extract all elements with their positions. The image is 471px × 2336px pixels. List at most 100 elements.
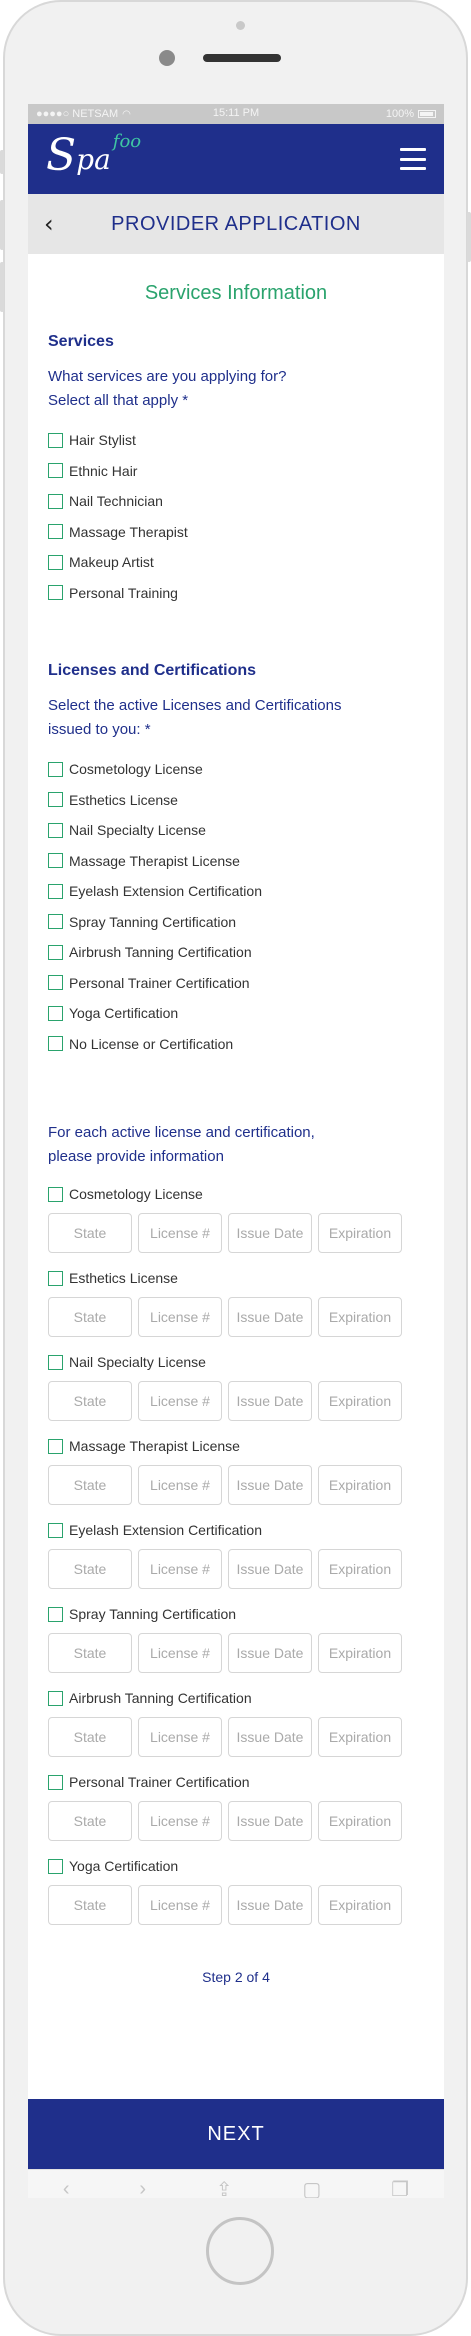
checkbox[interactable] [48, 975, 63, 991]
license-detail-checkbox-row[interactable]: Massage Therapist License [48, 1433, 424, 1459]
license-number-input[interactable] [138, 1801, 222, 1841]
checkbox[interactable] [48, 524, 63, 540]
state-input[interactable] [48, 1633, 132, 1673]
service-option-nail-technician[interactable]: Nail Technician [48, 486, 424, 517]
issue-date-input[interactable] [228, 1213, 312, 1253]
license-detail-checkbox-row[interactable]: Cosmetology License [48, 1181, 424, 1207]
issue-date-input[interactable] [228, 1801, 312, 1841]
license-fields-row [48, 1885, 424, 1925]
issue-date-input[interactable] [228, 1633, 312, 1673]
checkbox[interactable] [48, 1438, 63, 1454]
checkbox[interactable] [48, 1186, 63, 1202]
license-option-massage-therapist[interactable]: Massage Therapist License [48, 846, 424, 877]
checkbox[interactable] [48, 883, 63, 899]
license-number-input[interactable] [138, 1885, 222, 1925]
service-option-makeup-artist[interactable]: Makeup Artist [48, 547, 424, 578]
license-detail-checkbox-row[interactable]: Yoga Certification [48, 1853, 424, 1879]
state-input[interactable] [48, 1297, 132, 1337]
expiration-input[interactable] [318, 1717, 402, 1757]
service-option-ethnic-hair[interactable]: Ethnic Hair [48, 456, 424, 487]
checkbox-label: Massage Therapist [69, 523, 188, 540]
back-chevron-icon[interactable]: ‹ [44, 210, 54, 238]
license-option-yoga[interactable]: Yoga Certification [48, 998, 424, 1029]
expiration-input[interactable] [318, 1465, 402, 1505]
license-option-none[interactable]: No License or Certification [48, 1029, 424, 1060]
checkbox[interactable] [48, 493, 63, 509]
license-option-personal-trainer[interactable]: Personal Trainer Certification [48, 968, 424, 999]
checkbox[interactable] [48, 463, 63, 479]
license-number-input[interactable] [138, 1381, 222, 1421]
issue-date-input[interactable] [228, 1297, 312, 1337]
license-number-input[interactable] [138, 1717, 222, 1757]
spafoo-logo[interactable]: S pa foo [46, 131, 142, 178]
expiration-input[interactable] [318, 1213, 402, 1253]
checkbox[interactable] [48, 853, 63, 869]
license-number-input[interactable] [138, 1633, 222, 1673]
license-option-spray-tanning[interactable]: Spray Tanning Certification [48, 907, 424, 938]
checkbox[interactable] [48, 1270, 63, 1286]
license-option-nail-specialty[interactable]: Nail Specialty License [48, 815, 424, 846]
checkbox[interactable] [48, 1354, 63, 1370]
checkbox[interactable] [48, 822, 63, 838]
state-input[interactable] [48, 1717, 132, 1757]
license-detail-checkbox-row[interactable]: Esthetics License [48, 1265, 424, 1291]
next-button[interactable]: NEXT [28, 2099, 444, 2169]
checkbox[interactable] [48, 792, 63, 808]
license-detail-checkbox-row[interactable]: Eyelash Extension Certification [48, 1517, 424, 1543]
license-detail-checkbox-row[interactable]: Nail Specialty License [48, 1349, 424, 1375]
issue-date-input[interactable] [228, 1885, 312, 1925]
checkbox[interactable] [48, 1036, 63, 1052]
share-icon[interactable]: ⇪ [216, 2177, 233, 2198]
issue-date-input[interactable] [228, 1549, 312, 1589]
expiration-input[interactable] [318, 1633, 402, 1673]
state-input[interactable] [48, 1465, 132, 1505]
state-input[interactable] [48, 1213, 132, 1253]
home-button[interactable] [206, 2217, 274, 2285]
checkbox[interactable] [48, 1606, 63, 1622]
license-detail-checkbox-row[interactable]: Airbrush Tanning Certification [48, 1685, 424, 1711]
checkbox[interactable] [48, 761, 63, 777]
checkbox[interactable] [48, 585, 63, 601]
license-option-cosmetology[interactable]: Cosmetology License [48, 754, 424, 785]
bookmarks-icon[interactable]: ▢ [302, 2177, 321, 2198]
logo-foo: foo [112, 131, 142, 152]
license-detail-checkbox-row[interactable]: Personal Trainer Certification [48, 1769, 424, 1795]
state-input[interactable] [48, 1381, 132, 1421]
issue-date-input[interactable] [228, 1381, 312, 1421]
expiration-input[interactable] [318, 1801, 402, 1841]
checkbox[interactable] [48, 1005, 63, 1021]
license-option-airbrush-tanning[interactable]: Airbrush Tanning Certification [48, 937, 424, 968]
license-option-esthetics[interactable]: Esthetics License [48, 785, 424, 816]
license-number-input[interactable] [138, 1213, 222, 1253]
menu-icon[interactable] [400, 148, 426, 170]
issue-date-input[interactable] [228, 1465, 312, 1505]
service-option-massage-therapist[interactable]: Massage Therapist [48, 517, 424, 548]
checkbox[interactable] [48, 1690, 63, 1706]
expiration-input[interactable] [318, 1297, 402, 1337]
checkbox[interactable] [48, 1774, 63, 1790]
expiration-input[interactable] [318, 1885, 402, 1925]
checkbox[interactable] [48, 432, 63, 448]
service-option-personal-training[interactable]: Personal Training [48, 578, 424, 609]
expiration-input[interactable] [318, 1381, 402, 1421]
state-input[interactable] [48, 1885, 132, 1925]
license-detail-checkbox-row[interactable]: Spray Tanning Certification [48, 1601, 424, 1627]
state-input[interactable] [48, 1801, 132, 1841]
issue-date-input[interactable] [228, 1717, 312, 1757]
state-input[interactable] [48, 1549, 132, 1589]
browser-back-icon[interactable]: ‹ [63, 2178, 70, 2198]
tabs-icon[interactable]: ❐ [391, 2177, 409, 2198]
checkbox[interactable] [48, 554, 63, 570]
license-option-eyelash-extension[interactable]: Eyelash Extension Certification [48, 876, 424, 907]
service-option-hair-stylist[interactable]: Hair Stylist [48, 425, 424, 456]
browser-forward-icon[interactable]: › [139, 2178, 146, 2198]
expiration-input[interactable] [318, 1549, 402, 1589]
checkbox[interactable] [48, 1522, 63, 1538]
license-number-input[interactable] [138, 1465, 222, 1505]
checkbox[interactable] [48, 914, 63, 930]
checkbox[interactable] [48, 944, 63, 960]
checkbox-label: Nail Specialty License [69, 822, 206, 839]
checkbox[interactable] [48, 1858, 63, 1874]
license-number-input[interactable] [138, 1297, 222, 1337]
license-number-input[interactable] [138, 1549, 222, 1589]
